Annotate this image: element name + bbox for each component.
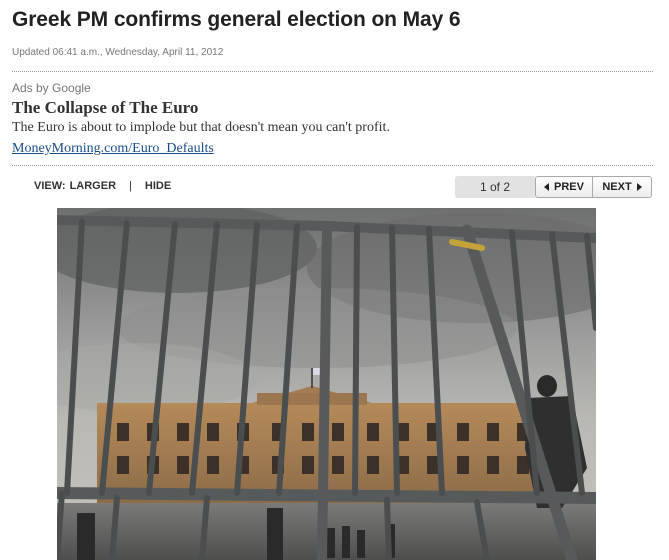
next-button[interactable]: NEXT <box>593 176 652 198</box>
photo-count: 1 of 2 <box>455 176 535 198</box>
prev-button-label: PREV <box>554 181 584 193</box>
ad-description: The Euro is about to implode but that do… <box>12 120 390 135</box>
view-hide-button[interactable]: HIDE <box>145 180 171 192</box>
gallery-pager: 1 of 2 PREV NEXT <box>455 176 652 198</box>
ad-title[interactable]: The Collapse of The Euro <box>12 98 198 118</box>
updated-timestamp: Updated 06:41 a.m., Wednesday, April 11,… <box>12 47 224 58</box>
ads-by-google-label[interactable]: Ads by Google <box>12 81 91 95</box>
article-headline: Greek PM confirms general election on Ma… <box>12 8 461 31</box>
view-larger-button[interactable]: LARGER <box>70 180 116 192</box>
triangle-left-icon <box>544 183 550 191</box>
ad-link[interactable]: MoneyMorning.com/Euro_Defaults <box>12 141 214 157</box>
prev-button[interactable]: PREV <box>535 176 593 198</box>
parliament-photo-illustration <box>57 208 596 560</box>
gallery-photo[interactable] <box>57 208 596 560</box>
divider-bottom <box>12 165 653 166</box>
divider-top <box>12 71 653 72</box>
triangle-right-icon <box>636 183 642 191</box>
view-label: VIEW: <box>34 180 66 192</box>
view-separator: | <box>129 180 132 192</box>
view-controls: VIEW: LARGER | HIDE <box>34 180 171 192</box>
next-button-label: NEXT <box>602 181 632 193</box>
